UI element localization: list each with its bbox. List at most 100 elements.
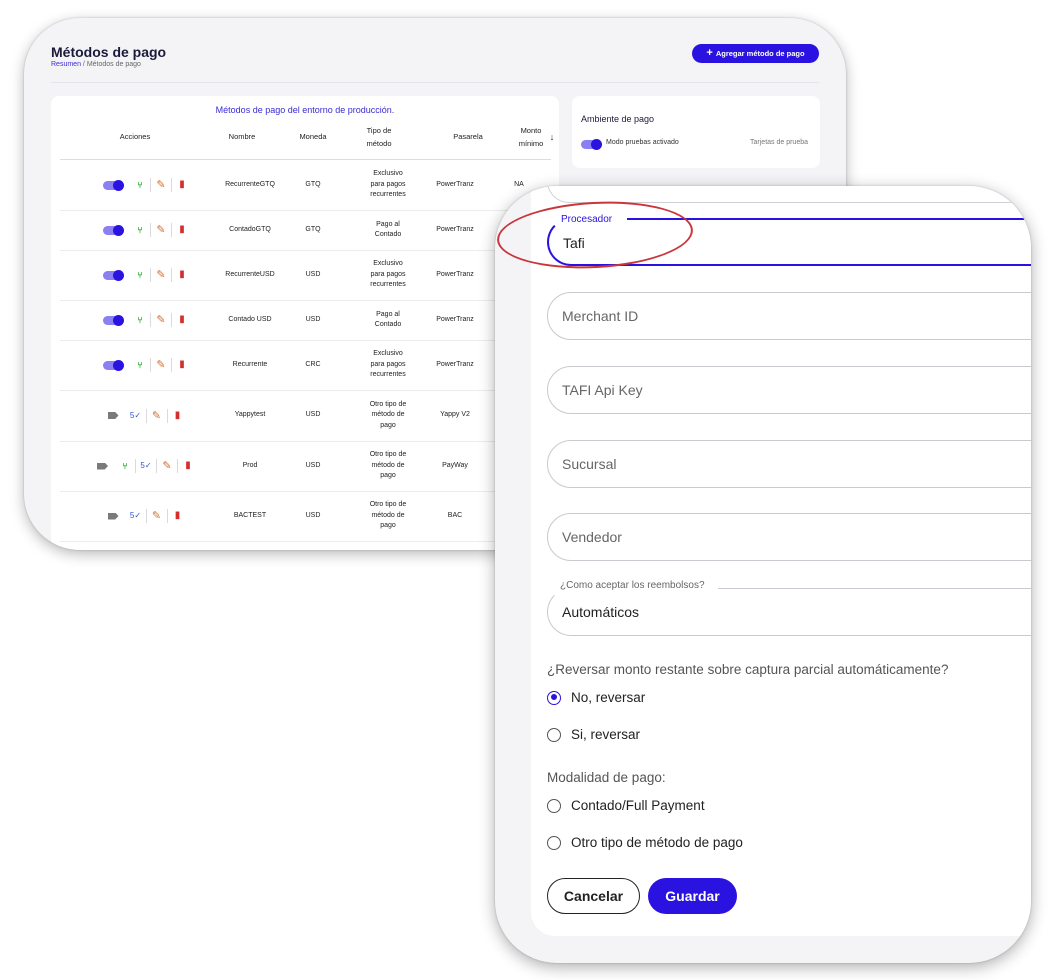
- add-payment-method-button[interactable]: + Agregar método de pago: [692, 44, 819, 63]
- branch-icon[interactable]: ⑂: [133, 359, 147, 371]
- pencil-icon[interactable]: ✎: [154, 269, 168, 281]
- sort-arrow-icon[interactable]: ↓: [547, 132, 557, 142]
- table-row: ⑂ 5✓ ✎ ▮ Prod USD Otro tipo de método de pago P…: [60, 441, 551, 492]
- merchant-id-input[interactable]: Merchant ID: [547, 292, 1031, 340]
- reversal-option-no[interactable]: No, reversar: [547, 690, 645, 705]
- cell-moneda: USD: [305, 461, 321, 469]
- row-active-toggle[interactable]: [103, 359, 124, 371]
- cell-nombre: ContadoGTQ: [229, 225, 271, 233]
- trash-icon[interactable]: ▮: [171, 510, 185, 522]
- trash-icon[interactable]: ▮: [175, 269, 189, 281]
- cell-tipo: Exclusivo para pagos recurrentes: [370, 260, 406, 289]
- pencil-icon[interactable]: ✎: [154, 314, 168, 326]
- branch-icon[interactable]: ⑂: [118, 460, 132, 472]
- previous-field: [547, 186, 1031, 203]
- row-active-toggle[interactable]: [103, 179, 124, 191]
- cell-tipo: Exclusivo para pagos recurrentes: [370, 170, 406, 199]
- trash-icon[interactable]: ▮: [175, 179, 189, 191]
- payment-environment-panel: Ambiente de pago Modo pruebas activado T…: [572, 96, 820, 168]
- trash-icon[interactable]: ▮: [175, 224, 189, 236]
- branch-icon[interactable]: ⑂: [133, 224, 147, 236]
- radio-no-reversar[interactable]: [547, 690, 561, 705]
- pencil-icon[interactable]: ✎: [150, 410, 164, 422]
- trash-icon[interactable]: ▮: [175, 314, 189, 326]
- cell-tipo: Otro tipo de método de pago: [369, 501, 407, 530]
- page-title: Métodos de pago: [51, 44, 167, 60]
- header-monto[interactable]: Monto mínimo: [511, 124, 551, 150]
- reversal-option-yes[interactable]: Si, reversar: [547, 727, 640, 742]
- cell-moneda: GTQ: [305, 225, 321, 233]
- payment-mode-full-label: Contado/Full Payment: [571, 798, 705, 813]
- pencil-icon[interactable]: ✎: [150, 510, 164, 522]
- cell-pasarela: PayWay: [442, 461, 468, 469]
- trash-icon[interactable]: ▮: [171, 410, 185, 422]
- sucursal-placeholder: Sucursal: [562, 456, 617, 472]
- action-separator: [135, 459, 136, 473]
- action-separator: [145, 509, 147, 523]
- radio-contado[interactable]: [547, 798, 561, 813]
- pencil-icon[interactable]: ✎: [160, 460, 174, 472]
- cell-pasarela: PowerTranz: [436, 180, 474, 188]
- refund-mode-select[interactable]: ¿Como aceptar los reembolsos? Automático…: [547, 580, 1031, 636]
- refund-icon[interactable]: 5✓: [129, 410, 143, 422]
- vendedor-input[interactable]: Vendedor: [547, 513, 1031, 561]
- row-active-toggle[interactable]: [103, 224, 124, 236]
- cell-nombre: RecurrenteUSD: [225, 270, 275, 278]
- pencil-icon[interactable]: ✎: [154, 179, 168, 191]
- refund-icon[interactable]: 5✓: [139, 460, 153, 472]
- cell-moneda: GTQ: [305, 180, 321, 188]
- save-button[interactable]: Guardar: [648, 878, 737, 914]
- breadcrumb-separator: /: [82, 61, 85, 68]
- cell-pasarela: PowerTranz: [436, 360, 474, 368]
- row-active-toggle[interactable]: [103, 269, 124, 281]
- payment-methods-table: Métodos de pago del entorno de producció…: [51, 96, 559, 550]
- cell-moneda: CRC: [305, 360, 321, 368]
- breadcrumb-current: Métodos de pago: [86, 61, 141, 68]
- row-actions: ⑂ 5✓ ✎ ▮: [97, 459, 195, 473]
- payment-mode-other[interactable]: Otro tipo de método de pago: [547, 835, 743, 850]
- cell-nombre: Prod: [242, 461, 258, 469]
- merchant-id-placeholder: Merchant ID: [562, 308, 639, 324]
- header-divider: [51, 82, 819, 83]
- cell-pasarela: BAC: [447, 511, 463, 519]
- cancel-button[interactable]: Cancelar: [547, 878, 640, 914]
- trash-icon[interactable]: ▮: [175, 359, 189, 371]
- api-key-input[interactable]: TAFI Api Key: [547, 366, 1031, 414]
- test-mode-toggle[interactable]: [581, 139, 602, 150]
- tag-icon[interactable]: [107, 512, 119, 520]
- branch-icon[interactable]: ⑂: [133, 269, 147, 281]
- refund-icon[interactable]: 5✓: [129, 510, 143, 522]
- row-actions: ⑂ ✎ ▮: [103, 313, 189, 327]
- breadcrumb: Resumen / Métodos de pago: [51, 61, 141, 68]
- pencil-icon[interactable]: ✎: [154, 224, 168, 236]
- row-actions: ⑂ ✎ ▮: [103, 358, 189, 372]
- pencil-icon[interactable]: ✎: [154, 359, 168, 371]
- action-separator: [177, 459, 178, 473]
- header-moneda[interactable]: Moneda: [289, 132, 337, 141]
- cell-tipo: Pago al Contado: [374, 310, 402, 329]
- cell-moneda: USD: [305, 270, 321, 278]
- radio-otro[interactable]: [547, 835, 561, 850]
- sucursal-input[interactable]: Sucursal: [547, 440, 1031, 488]
- table-caption: Métodos de pago del entorno de producció…: [215, 105, 395, 115]
- action-separator: [150, 358, 151, 372]
- tag-icon[interactable]: [107, 412, 119, 419]
- reversal-option-no-label: No, reversar: [571, 690, 646, 705]
- row-active-toggle[interactable]: [103, 314, 124, 326]
- header-pasarela[interactable]: Pasarela: [444, 132, 492, 141]
- payment-mode-full[interactable]: Contado/Full Payment: [547, 798, 705, 813]
- trash-icon[interactable]: ▮: [181, 460, 195, 472]
- tag-icon[interactable]: [97, 462, 108, 470]
- breadcrumb-home[interactable]: Resumen: [51, 61, 81, 68]
- action-separator: [171, 358, 172, 372]
- radio-si-reversar[interactable]: [547, 727, 561, 742]
- cell-tipo: Pago al Contado: [374, 220, 402, 239]
- branch-icon[interactable]: ⑂: [133, 179, 147, 191]
- header-nombre[interactable]: Nombre: [214, 132, 270, 141]
- cell-moneda: USD: [305, 511, 321, 519]
- test-cards-link[interactable]: Tarjetas de prueba: [750, 139, 808, 146]
- branch-icon[interactable]: ⑂: [133, 314, 147, 326]
- header-tipo[interactable]: Tipo de método: [356, 124, 402, 150]
- payment-mode-other-label: Otro tipo de método de pago: [571, 835, 743, 850]
- action-separator: [150, 178, 151, 192]
